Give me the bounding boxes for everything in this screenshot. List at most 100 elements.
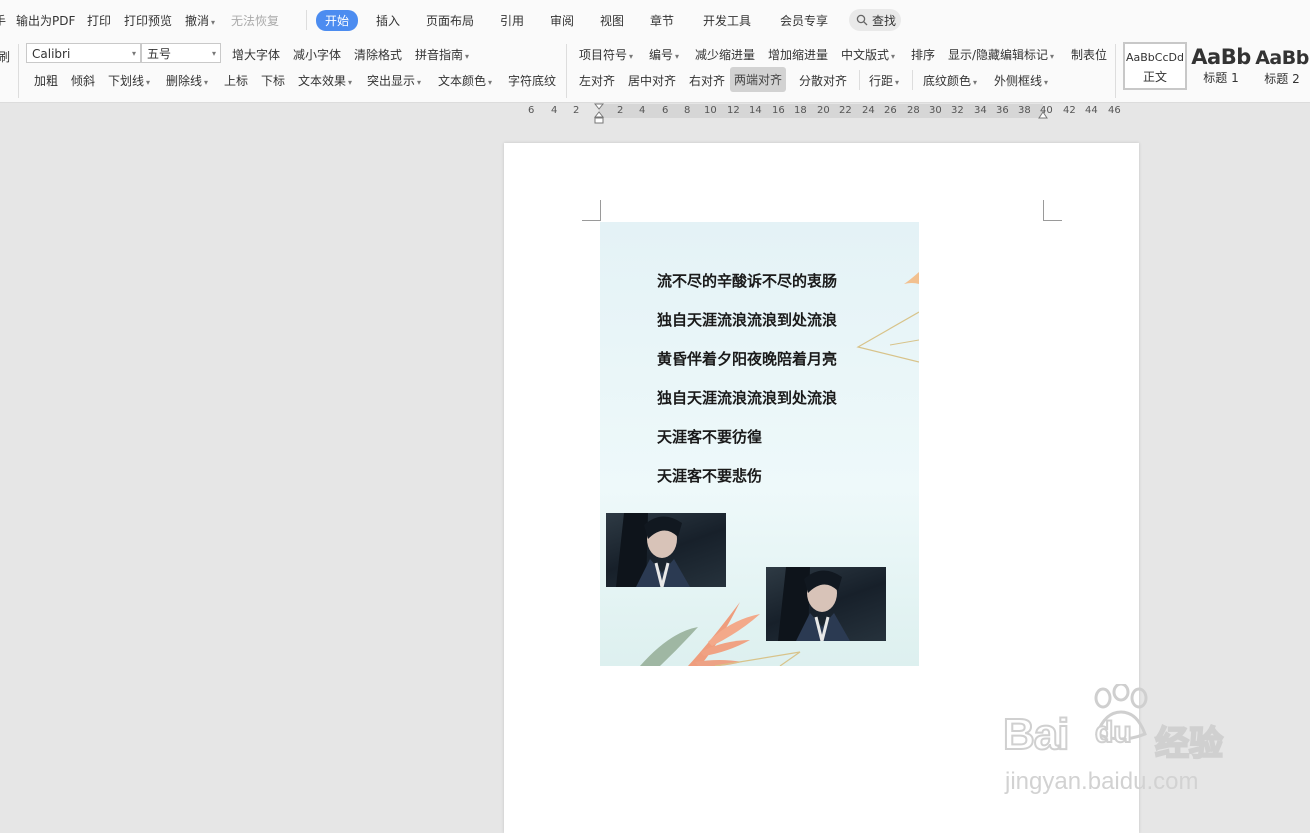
bullets-button[interactable]: 项目符号 bbox=[579, 46, 633, 63]
chevron-down-icon: ▾ bbox=[131, 49, 136, 58]
print-button[interactable]: 打印 bbox=[87, 12, 111, 29]
format-painter-fragment[interactable]: 刷 bbox=[0, 48, 10, 65]
tab-review[interactable]: 审阅 bbox=[550, 12, 574, 29]
watermark-url: jingyan.baidu.com bbox=[1005, 768, 1199, 795]
tab-chapter[interactable]: 章节 bbox=[650, 12, 674, 29]
style-name: 标题 1 bbox=[1203, 71, 1239, 85]
underline-button[interactable]: 下划线 bbox=[108, 72, 150, 89]
decrease-indent-button[interactable]: 减少缩进量 bbox=[695, 46, 755, 63]
font-name-select[interactable]: Calibri ▾ bbox=[26, 43, 141, 63]
ruler-tick: 30 bbox=[929, 105, 942, 116]
subscript-button[interactable]: 下标 bbox=[261, 72, 285, 89]
font-size-select[interactable]: 五号 ▾ bbox=[141, 43, 221, 63]
search-label: 查找 bbox=[872, 14, 897, 28]
align-right-button[interactable]: 右对齐 bbox=[689, 72, 725, 89]
superscript-button[interactable]: 上标 bbox=[224, 72, 248, 89]
export-pdf-button[interactable]: 输出为PDF bbox=[16, 12, 75, 29]
poster-line-1: 流不尽的辛酸诉不尽的衷肠 bbox=[657, 272, 838, 290]
portrait-illustration bbox=[616, 513, 690, 587]
font-name-value: Calibri bbox=[32, 47, 71, 61]
indent-marker-icon[interactable] bbox=[594, 103, 604, 125]
tab-member[interactable]: 会员专享 bbox=[780, 12, 828, 29]
poster-line-6: 天涯客不要悲伤 bbox=[657, 467, 763, 485]
style-heading-2[interactable]: AaBb 标题 2 bbox=[1254, 42, 1310, 88]
align-left-button[interactable]: 左对齐 bbox=[579, 72, 615, 89]
shrink-font-button[interactable]: 减小字体 bbox=[293, 46, 341, 63]
horizontal-ruler[interactable]: 6 4 2 2 4 6 8 10 12 14 16 18 20 22 24 26… bbox=[520, 103, 1121, 124]
ribbon-divider bbox=[859, 70, 860, 90]
ruler-tick: 4 bbox=[639, 105, 646, 116]
distributed-button[interactable]: 分散对齐 bbox=[799, 72, 847, 89]
bold-button[interactable]: 加粗 bbox=[34, 72, 58, 89]
char-shading-button[interactable]: 字符底纹 bbox=[508, 72, 556, 89]
portrait-illustration bbox=[778, 567, 850, 641]
style-heading-1[interactable]: AaBb 标题 1 bbox=[1190, 42, 1252, 88]
ruler-tick: 16 bbox=[772, 105, 785, 116]
right-indent-marker-icon[interactable] bbox=[1038, 104, 1048, 120]
ribbon-divider bbox=[912, 70, 913, 90]
ruler-tick: 10 bbox=[704, 105, 717, 116]
grow-font-button[interactable]: 增大字体 bbox=[232, 46, 280, 63]
strikethrough-button[interactable]: 删除线 bbox=[166, 72, 208, 89]
search-box[interactable]: 查找 bbox=[849, 9, 901, 31]
tab-view[interactable]: 视图 bbox=[600, 12, 624, 29]
tab-insert[interactable]: 插入 bbox=[376, 12, 400, 29]
border-button[interactable]: 外侧框线 bbox=[994, 72, 1048, 89]
menu-edge-fragment[interactable]: 手 bbox=[0, 12, 6, 29]
poster-line-3: 黄昏伴着夕阳夜晚陪着月亮 bbox=[657, 350, 838, 368]
ruler-tick: 24 bbox=[862, 105, 875, 116]
crop-mark-top-right bbox=[1043, 200, 1062, 221]
clear-format-button[interactable]: 清除格式 bbox=[354, 46, 402, 63]
tab-home[interactable]: 开始 bbox=[316, 10, 359, 31]
ruler-tick: 2 bbox=[617, 105, 624, 116]
crop-mark-top-left bbox=[582, 200, 601, 221]
ribbon-divider bbox=[18, 44, 19, 98]
align-center-button[interactable]: 居中对齐 bbox=[628, 72, 676, 89]
chevron-down-icon: ▾ bbox=[211, 49, 216, 58]
poster-image[interactable]: 流不尽的辛酸诉不尽的衷肠 独自天涯流浪流浪到处流浪 黄昏伴着夕阳夜晚陪着月亮 独… bbox=[600, 222, 919, 666]
numbering-button[interactable]: 编号 bbox=[649, 46, 679, 63]
font-size-value: 五号 bbox=[147, 47, 172, 61]
style-name: 标题 2 bbox=[1264, 72, 1300, 86]
tab-developer[interactable]: 开发工具 bbox=[703, 12, 751, 29]
ruler-tick: 8 bbox=[684, 105, 691, 116]
poster-line-4: 独自天涯流浪流浪到处流浪 bbox=[657, 389, 838, 407]
show-marks-button[interactable]: 显示/隐藏编辑标记 bbox=[948, 46, 1054, 63]
shading-color-button[interactable]: 底纹颜色 bbox=[923, 72, 977, 89]
line-spacing-button[interactable]: 行距 bbox=[869, 72, 899, 89]
style-sample: AaBbCcDd bbox=[1126, 51, 1184, 64]
ruler-tick: 26 bbox=[884, 105, 897, 116]
text-effect-button[interactable]: 文本效果 bbox=[298, 72, 352, 89]
tab-references[interactable]: 引用 bbox=[500, 12, 524, 29]
style-sample: AaBb bbox=[1191, 45, 1251, 69]
redo-button[interactable]: 无法恢复 bbox=[231, 12, 279, 29]
ruler-tick: 34 bbox=[974, 105, 987, 116]
portrait-photo[interactable] bbox=[766, 567, 886, 641]
ruler-tick: 42 bbox=[1063, 105, 1076, 116]
highlight-button[interactable]: 突出显示 bbox=[367, 72, 421, 89]
top-menu-bar: 手 输出为PDF 打印 打印预览 撤消 无法恢复 开始 插入 页面布局 引用 审… bbox=[0, 0, 1310, 40]
ruler-tick: 28 bbox=[907, 105, 920, 116]
ruler-tick: 14 bbox=[749, 105, 762, 116]
ribbon-divider bbox=[566, 44, 567, 98]
style-normal[interactable]: AaBbCcDd 正文 bbox=[1123, 42, 1187, 90]
ruler-tick: 32 bbox=[951, 105, 964, 116]
undo-button[interactable]: 撤消 bbox=[185, 12, 215, 29]
text-color-button[interactable]: 文本颜色 bbox=[438, 72, 492, 89]
chinese-layout-button[interactable]: 中文版式 bbox=[841, 46, 895, 63]
phonetic-guide-button[interactable]: 拼音指南 bbox=[415, 46, 469, 63]
ruler-tick: 36 bbox=[996, 105, 1009, 116]
justify-button[interactable]: 两端对齐 bbox=[730, 67, 787, 92]
increase-indent-button[interactable]: 增加缩进量 bbox=[768, 46, 828, 63]
ruler-tick: 6 bbox=[662, 105, 669, 116]
ruler-tick: 22 bbox=[839, 105, 852, 116]
style-name: 正文 bbox=[1142, 70, 1167, 84]
portrait-photo[interactable] bbox=[606, 513, 726, 587]
style-sample: AaBb bbox=[1255, 47, 1309, 69]
italic-button[interactable]: 倾斜 bbox=[71, 72, 95, 89]
tab-page-layout[interactable]: 页面布局 bbox=[426, 12, 474, 29]
print-preview-button[interactable]: 打印预览 bbox=[124, 12, 172, 29]
tab-stops-button[interactable]: 制表位 bbox=[1071, 46, 1107, 63]
sort-button[interactable]: 排序 bbox=[911, 46, 935, 63]
ruler-tick: 4 bbox=[551, 105, 558, 116]
